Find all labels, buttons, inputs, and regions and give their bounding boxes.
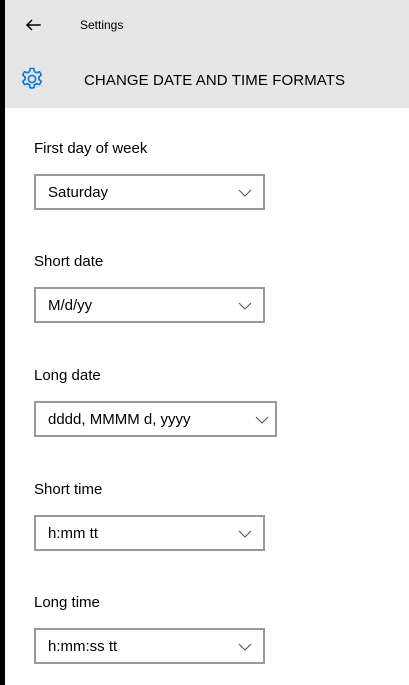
gear-icon — [21, 67, 43, 89]
short-time-value: h:mm tt — [48, 525, 99, 542]
first-day-of-week-value: Saturday — [48, 184, 109, 201]
long-time-dropdown[interactable]: h:mm:ss tt — [34, 628, 265, 664]
long-date-label: Long date — [34, 367, 101, 384]
short-date-dropdown[interactable]: M/d/yy — [34, 287, 265, 323]
long-time-label: Long time — [34, 594, 100, 611]
app-title: Settings — [80, 18, 124, 32]
settings-window: Settings CHANGE DATE AND TIME FORMATS Fi… — [5, 0, 409, 685]
back-button[interactable] — [19, 11, 47, 39]
page-header: CHANGE DATE AND TIME FORMATS — [5, 55, 409, 108]
short-date-value: M/d/yy — [48, 297, 93, 314]
back-arrow-icon — [26, 19, 41, 31]
chevron-down-icon — [238, 189, 252, 197]
chevron-down-icon — [238, 302, 252, 310]
short-date-label: Short date — [34, 253, 104, 270]
long-date-value: dddd, MMMM d, yyyy — [48, 411, 191, 428]
long-date-dropdown[interactable]: dddd, MMMM d, yyyy — [34, 401, 277, 437]
page-title: CHANGE DATE AND TIME FORMATS — [84, 72, 346, 89]
chevron-down-icon — [238, 530, 252, 538]
chevron-down-icon — [238, 643, 252, 651]
long-time-value: h:mm:ss tt — [48, 638, 118, 655]
first-day-of-week-label: First day of week — [34, 140, 148, 157]
first-day-of-week-dropdown[interactable]: Saturday — [34, 174, 265, 210]
title-bar: Settings — [5, 0, 409, 55]
short-time-label: Short time — [34, 481, 103, 498]
short-time-dropdown[interactable]: h:mm tt — [34, 515, 265, 551]
chevron-down-icon — [255, 416, 269, 424]
